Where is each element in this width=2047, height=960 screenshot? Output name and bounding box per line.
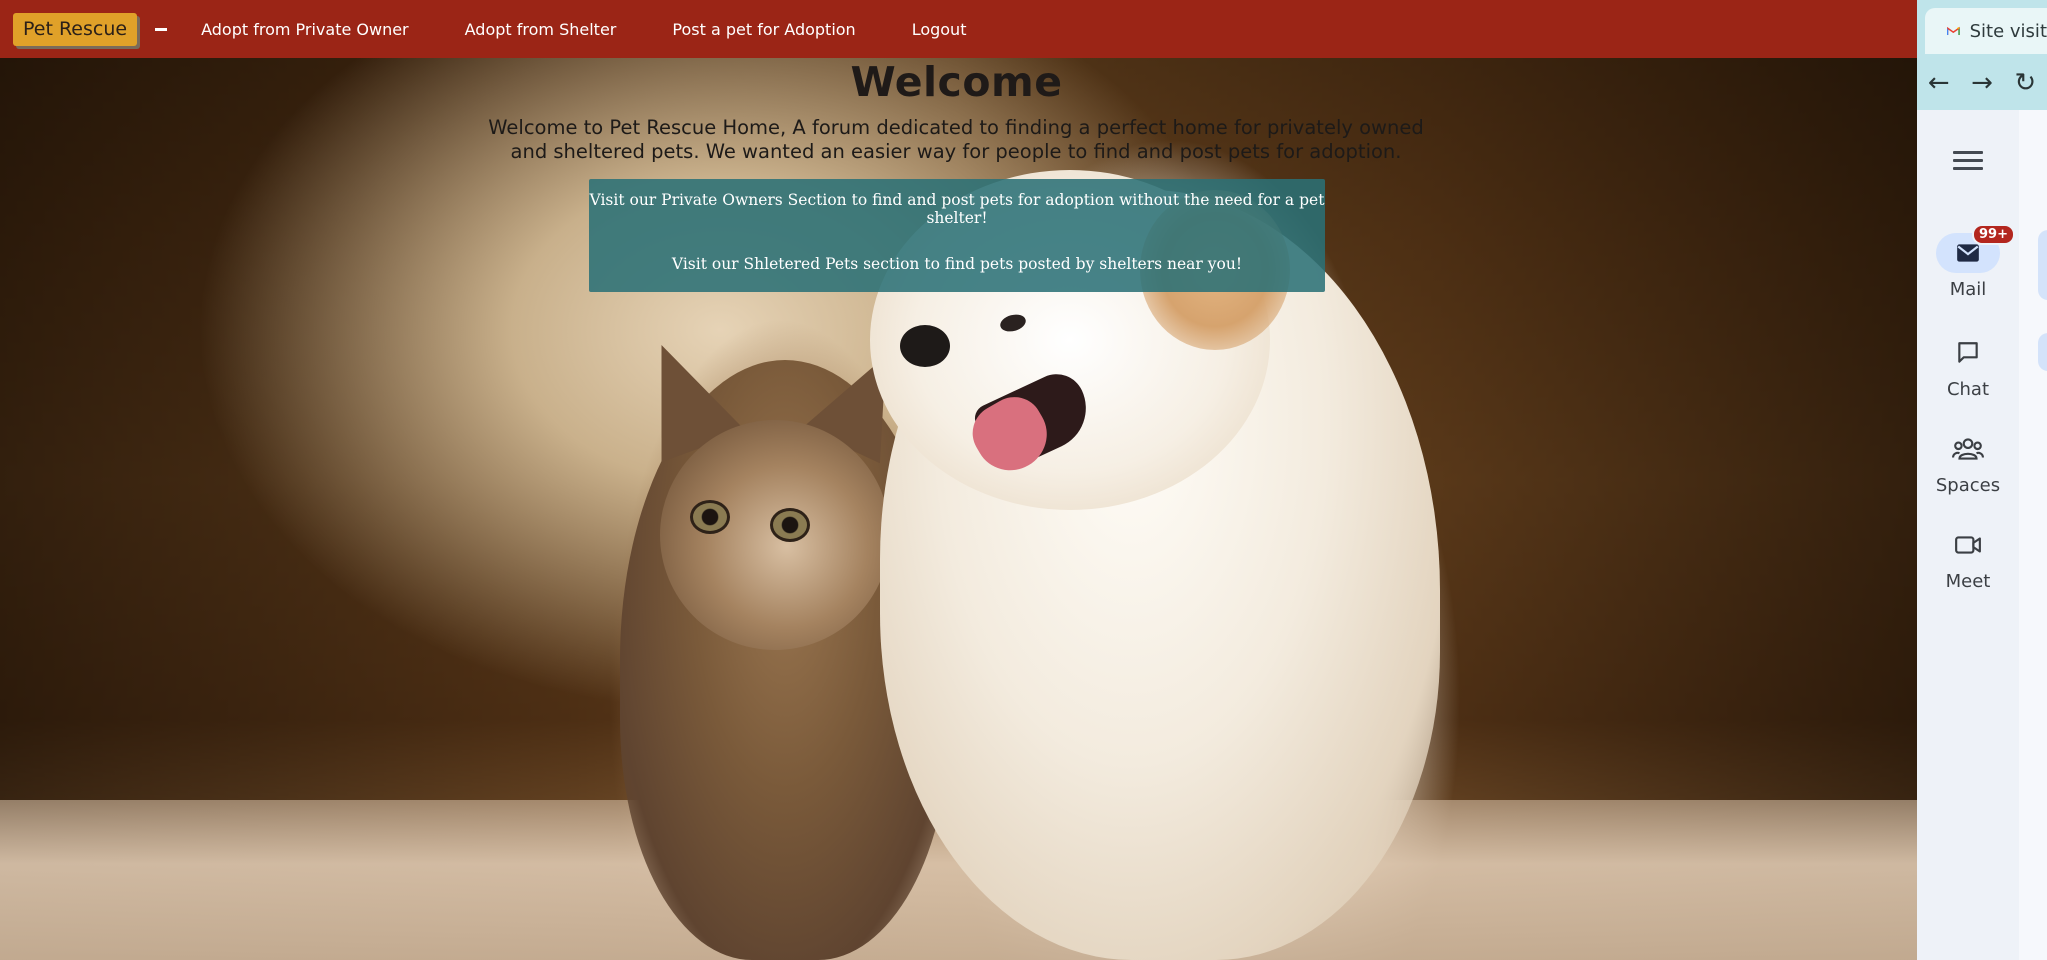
hamburger-menu-icon[interactable] [1953,151,1983,171]
reload-icon[interactable]: ↻ [2004,68,2047,98]
chat-icon [1958,342,1978,363]
nav-adopt-private-owner[interactable]: Adopt from Private Owner [201,20,409,39]
brand-logo[interactable]: Pet Rescue [13,12,138,46]
nav-post-pet[interactable]: Post a pet for Adoption [672,20,855,39]
puppy-nose [900,325,950,367]
kitten-eye [690,500,730,534]
rail-chat[interactable]: Chat [1917,333,2019,400]
page-title: Welcome [850,58,1063,106]
forward-arrow-icon[interactable]: → [1960,68,2003,98]
back-arrow-icon[interactable]: ← [1917,68,1960,98]
rail-label: Meet [1945,571,1991,592]
gmail-side-panel: Site visit ← → ↻ 99+ Mail Chat Spaces Me… [1917,0,2047,960]
nav-adopt-shelter[interactable]: Adopt from Shelter [465,20,617,39]
browser-tab[interactable]: Site visit [1925,8,2047,54]
rail-spaces[interactable]: Spaces [1917,429,2019,496]
collapse-toggle-icon[interactable] [155,27,168,31]
info-sheltered-pets: Visit our Shletered Pets section to find… [671,255,1243,273]
rail-meet[interactable]: Meet [1917,525,2019,592]
hero-background: Welcome Welcome to Pet Rescue Home, A fo… [0,0,1917,960]
browser-nav: ← → ↻ [1917,62,2047,104]
info-box: Visit our Private Owners Section to find… [589,179,1325,292]
info-private-owners: Visit our Private Owners Section to find… [589,191,1325,227]
compose-chip[interactable] [2038,230,2047,300]
folder-chip[interactable] [2038,333,2047,371]
rail-label: Spaces [1935,475,2001,496]
kitten-eye [770,508,810,542]
rail-label: Chat [1946,379,1990,400]
nav-logout[interactable]: Logout [912,20,967,39]
unread-badge: 99+ [1972,224,2015,245]
gmail-icon [1947,26,1960,36]
browser-chrome: Site visit ← → ↻ [1917,0,2047,110]
spaces-icon [1952,438,1984,460]
intro-text: Welcome to Pet Rescue Home, A forum dedi… [488,116,1424,163]
rail-mail[interactable]: 99+ Mail [1917,224,2019,300]
meet-icon [1955,536,1981,554]
rail-label: Mail [1949,279,1987,300]
navbar: Pet Rescue Adopt from Private Owner Adop… [0,0,1917,58]
tab-title: Site visit [1969,20,2047,42]
